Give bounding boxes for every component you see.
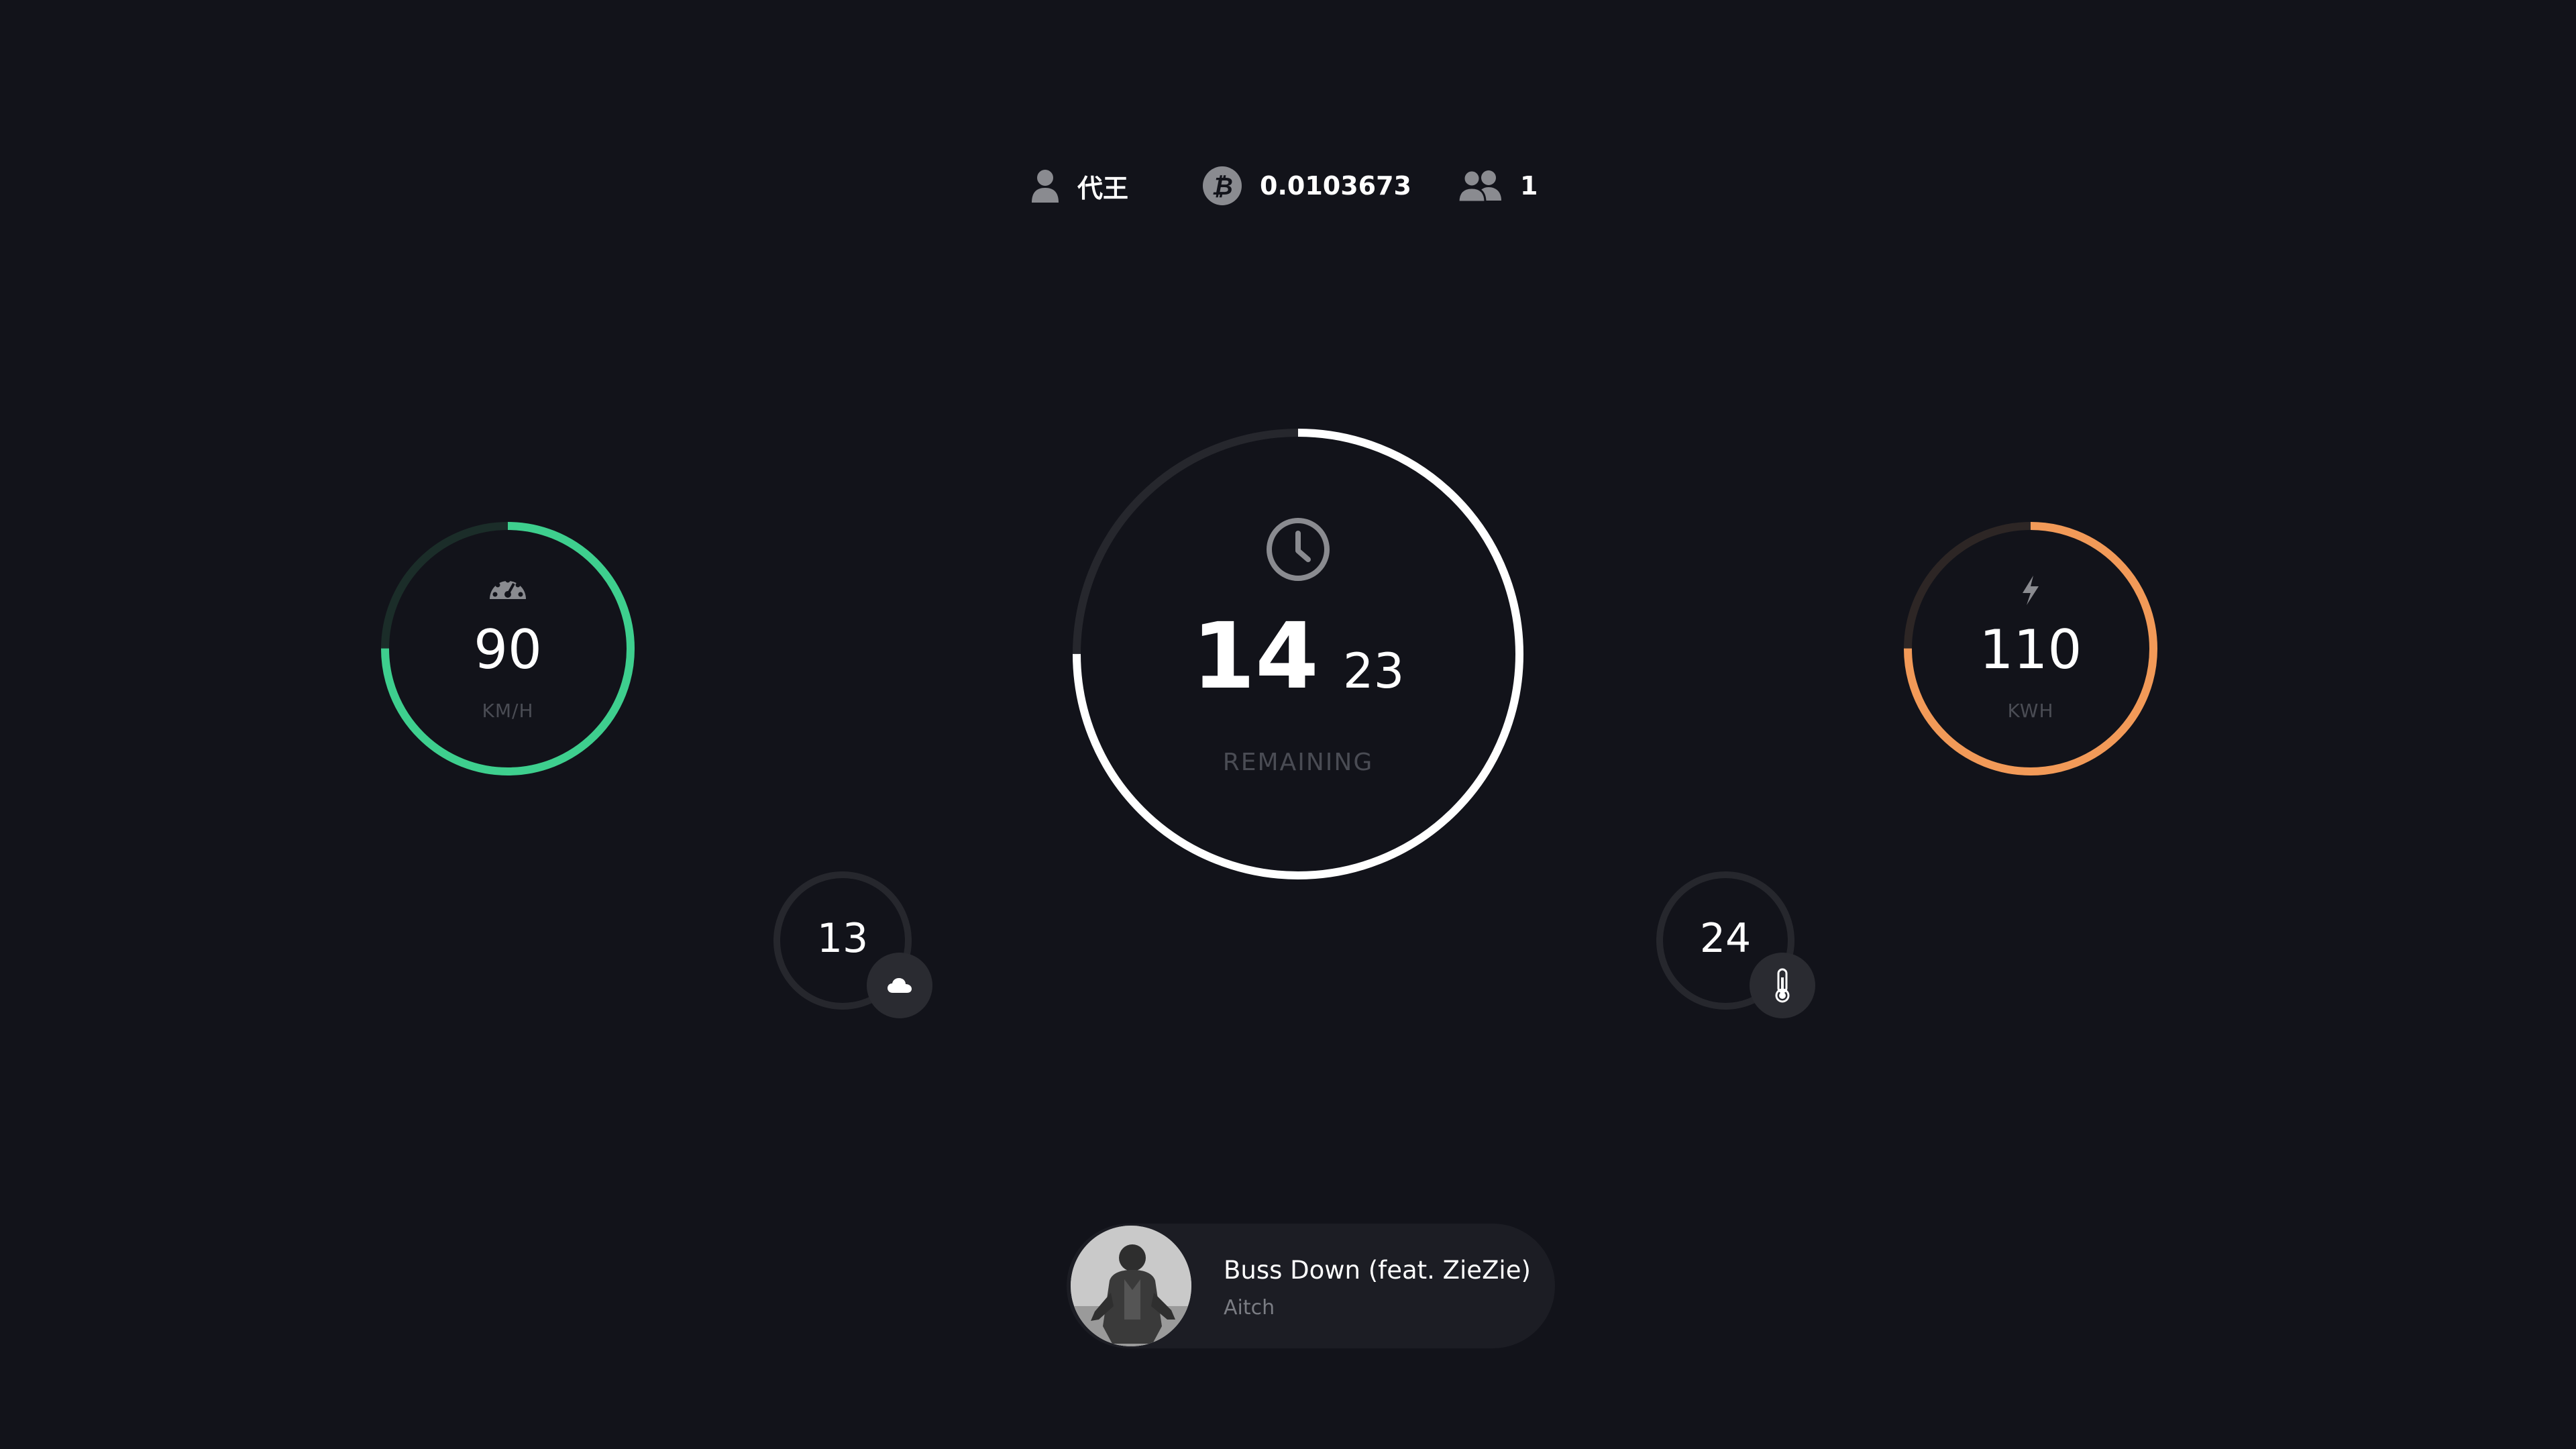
- speed-value: 90: [474, 619, 542, 681]
- svg-text:₿: ₿: [1212, 173, 1233, 201]
- weather-badge: [867, 953, 932, 1018]
- players-online-item: 1: [1458, 156, 1538, 216]
- users-icon: [1458, 170, 1501, 202]
- speedometer-icon: [490, 578, 526, 599]
- album-cover: [1071, 1226, 1191, 1346]
- cloud-icon: [888, 978, 912, 993]
- album-cover-image: [1071, 1226, 1191, 1346]
- bitcoin-balance: 0.0103673: [1260, 171, 1411, 201]
- player-name: 代王: [1077, 173, 1129, 203]
- timer-display: 14 23: [1097, 604, 1499, 710]
- energy-unit: KWH: [2007, 700, 2054, 722]
- energy-value: 110: [1979, 619, 2082, 681]
- thermometer-icon: [1775, 968, 1790, 1003]
- players-online-count: 1: [1520, 171, 1538, 201]
- user-icon: [1032, 170, 1059, 203]
- music-player[interactable]: Buss Down (feat. ZieZie) Aitch: [1067, 1224, 1555, 1348]
- song-artist: Aitch: [1224, 1296, 1275, 1320]
- timer-label: REMAINING: [1222, 749, 1374, 776]
- bitcoin-balance-item: ₿ 0.0103673: [1202, 156, 1411, 216]
- clock-icon: [1267, 518, 1330, 581]
- bitcoin-icon: ₿: [1203, 166, 1242, 205]
- timer-minutes: 23: [1342, 643, 1405, 699]
- timer-hours: 14: [1191, 604, 1319, 710]
- hud-stage: 代王 ₿ 0.0103673 1 90 KM/H 14 23 REMAINING…: [0, 0, 2576, 1449]
- song-title: Buss Down (feat. ZieZie): [1224, 1256, 1531, 1285]
- status-bar: 代王 ₿ 0.0103673 1: [0, 156, 2576, 216]
- speed-unit: KM/H: [482, 700, 534, 722]
- player-name-item: 代王: [1030, 156, 1128, 216]
- temperature-badge: [1750, 953, 1815, 1018]
- lightning-icon: [2023, 576, 2039, 605]
